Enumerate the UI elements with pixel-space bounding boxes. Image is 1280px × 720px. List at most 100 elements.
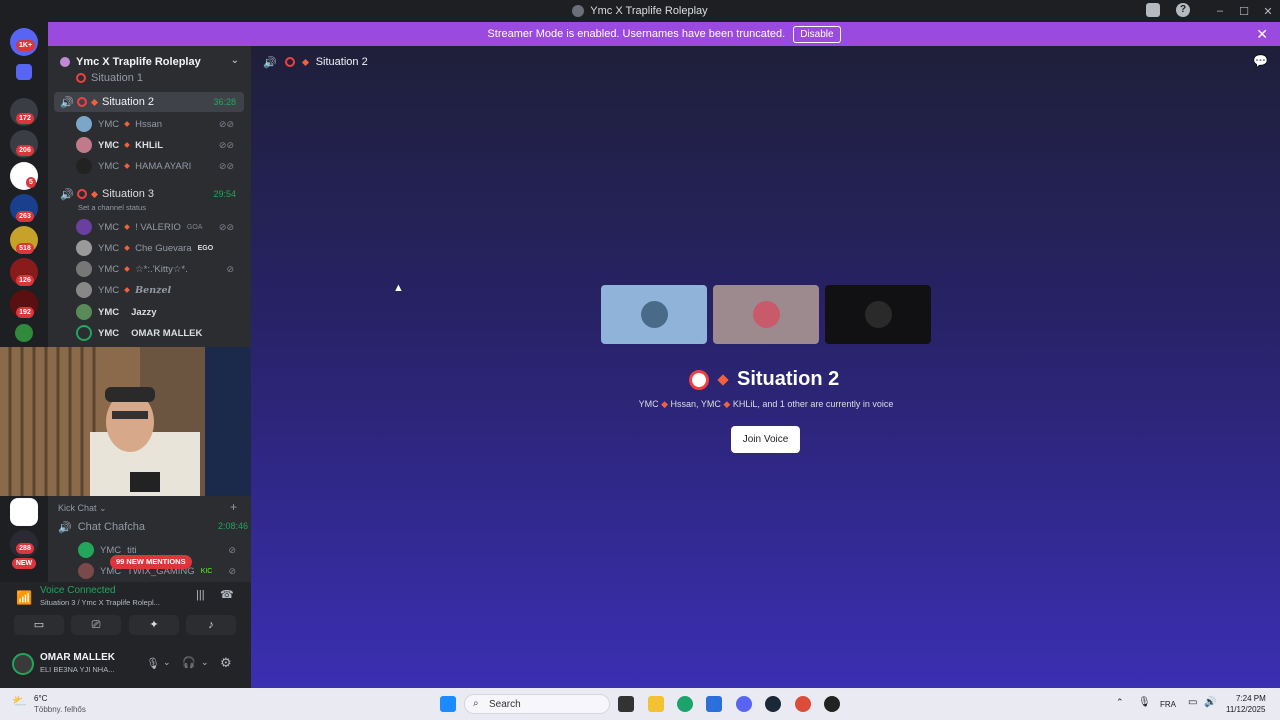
- diamond-icon: [124, 287, 130, 293]
- avatar: [78, 563, 94, 579]
- chrome-icon[interactable]: [795, 696, 811, 712]
- no-entry-icon: [76, 73, 86, 83]
- channel-title: Situation 2: [689, 368, 839, 391]
- server-boost-icon: [60, 57, 70, 67]
- channel-header: 🔊 Situation 2 💬: [251, 46, 1280, 78]
- member-name: titi: [127, 544, 137, 556]
- user-avatar[interactable]: [12, 653, 34, 675]
- discord-taskbar-icon[interactable]: [736, 696, 752, 712]
- speaker-icon: 🔊: [263, 56, 277, 69]
- tray-microphone-icon[interactable]: 🎙: [1138, 697, 1151, 708]
- voice-location[interactable]: Situation 3 / Ymc X Traplife Rolepl...: [40, 598, 160, 607]
- webcam-overlay: [0, 347, 263, 496]
- microphone-icon[interactable]: 🎙: [146, 657, 160, 670]
- voice-member[interactable]: YMC Che Guevara EGO: [76, 238, 246, 258]
- task-view-icon[interactable]: [618, 696, 634, 712]
- new-mentions-pill[interactable]: 99 NEW MENTIONS: [110, 555, 192, 569]
- obs-icon[interactable]: [824, 696, 840, 712]
- no-entry-icon: [284, 57, 295, 67]
- tray-chevron-up-icon[interactable]: ⌃: [1116, 697, 1124, 708]
- member-badge: EGO: [197, 244, 214, 252]
- server-icon-8[interactable]: [15, 324, 33, 342]
- set-channel-status-link[interactable]: Set a channel status: [78, 203, 146, 212]
- voice-status[interactable]: Voice Connected: [40, 585, 116, 596]
- no-entry-icon: [689, 369, 709, 390]
- join-voice-button[interactable]: Join Voice: [731, 426, 800, 453]
- add-channel-icon[interactable]: +: [230, 500, 237, 514]
- chevron-down-icon[interactable]: ⌄: [201, 657, 209, 668]
- voice-member[interactable]: YMC KHLiL ⊘⊘: [76, 135, 246, 155]
- chevron-down-icon[interactable]: ⌄: [163, 657, 171, 668]
- chat-bubble-icon[interactable]: 💬: [1253, 54, 1268, 68]
- soundboard-button[interactable]: ♪: [186, 615, 236, 635]
- search-placeholder: Search: [489, 698, 521, 710]
- noise-suppression-icon[interactable]: |||: [196, 589, 205, 601]
- channel-situation-2[interactable]: 🔊 Situation 2 36:28: [54, 92, 244, 112]
- taskbar-search[interactable]: ⌕ Search: [464, 694, 610, 714]
- channel-label: Situation 3: [102, 188, 154, 200]
- member-name: Jazzy: [131, 306, 157, 318]
- voice-member[interactable]: YMC HAMA AYARI ⊘⊘: [76, 156, 246, 176]
- channel-chat-chafcha[interactable]: 🔊 Chat Chafcha 2:08:46: [58, 521, 248, 534]
- participant-tile[interactable]: [713, 285, 819, 344]
- windows-start-icon[interactable]: [440, 696, 456, 712]
- participant-tile[interactable]: [601, 285, 707, 344]
- disconnect-icon[interactable]: ☎: [220, 588, 234, 601]
- window-title: Ymc X Traplife Roleplay: [590, 5, 708, 17]
- settings-gear-icon[interactable]: ⚙: [220, 655, 232, 671]
- language-indicator[interactable]: FRA: [1160, 700, 1176, 709]
- inbox-icon[interactable]: [1146, 3, 1160, 17]
- user-name[interactable]: OMAR MALLEK: [40, 652, 115, 663]
- voice-member[interactable]: YMC Benzel: [76, 280, 246, 300]
- gotomatch-server-icon[interactable]: [10, 498, 38, 526]
- channel-situation-1[interactable]: Situation 1: [54, 72, 244, 84]
- kick-category[interactable]: Kick Chat ⌄: [58, 503, 107, 514]
- weather-icon[interactable]: ⛅: [12, 694, 27, 708]
- volume-icon[interactable]: 🔊: [1204, 697, 1216, 708]
- network-icon[interactable]: ▭: [1188, 697, 1197, 708]
- category-label: Kick Chat: [58, 503, 97, 513]
- edge-browser-icon[interactable]: [677, 696, 693, 712]
- kick-chat-section: Kick Chat ⌄ + 🔊 Chat Chafcha 2:08:46 YMC…: [48, 496, 251, 582]
- voice-member[interactable]: YMC ☆*:.'Kitty☆*. ⊘: [76, 259, 246, 279]
- streamer-mode-banner: Streamer Mode is enabled. Usernames have…: [48, 22, 1280, 46]
- close-window-icon[interactable]: ✕: [1256, 5, 1280, 18]
- channel-situation-3[interactable]: 🔊 Situation 3 29:54: [54, 184, 244, 204]
- window-titlebar: Ymc X Traplife Roleplay ? – ☐ ✕: [0, 0, 1280, 22]
- avatar: [78, 542, 94, 558]
- steam-icon[interactable]: [765, 696, 781, 712]
- weather-desc[interactable]: Többny. felhős: [34, 705, 86, 714]
- folder-icon[interactable]: [16, 64, 32, 80]
- maximize-icon[interactable]: ☐: [1232, 5, 1256, 18]
- disable-streamer-button[interactable]: Disable: [793, 25, 841, 43]
- weather-temp[interactable]: 6°C: [34, 694, 47, 703]
- activities-icon: ✦: [149, 619, 159, 631]
- clock-date[interactable]: 11/12/2025: [1226, 705, 1265, 714]
- file-explorer-icon[interactable]: [648, 696, 664, 712]
- close-banner-icon[interactable]: ✕: [1256, 26, 1268, 43]
- member-tag: YMC: [98, 306, 120, 318]
- participant-avatar: [865, 301, 892, 328]
- headphones-icon[interactable]: 🎧: [182, 656, 196, 669]
- voice-member[interactable]: YMC ! VALERIO GOA ⊘⊘: [76, 217, 246, 237]
- summary-part: KHLiL, and 1 other are currently in voic…: [732, 399, 894, 409]
- voice-member[interactable]: YMC Hssan ⊘⊘: [76, 114, 246, 134]
- store-icon[interactable]: [706, 696, 722, 712]
- clock-time[interactable]: 7:24 PM: [1236, 694, 1266, 703]
- member-badge: GOA: [186, 223, 203, 231]
- screen-share-button[interactable]: ⎚: [71, 615, 121, 635]
- activities-button[interactable]: ✦: [129, 615, 179, 635]
- diamond-icon: [124, 245, 130, 251]
- voice-member-self[interactable]: YMC OMAR MALLEK: [76, 323, 246, 343]
- diamond-icon: ◆: [723, 399, 733, 409]
- deafened-icon: ⊘⊘: [218, 160, 234, 171]
- chevron-down-icon[interactable]: ⌄: [231, 55, 239, 66]
- signal-icon[interactable]: 📶: [16, 590, 32, 606]
- help-icon[interactable]: ?: [1176, 3, 1190, 17]
- camera-toggle-button[interactable]: ▭: [14, 615, 64, 635]
- diamond-icon: [124, 266, 130, 272]
- participant-tile[interactable]: [825, 285, 931, 344]
- voice-member[interactable]: YMC Jazzy: [76, 302, 246, 322]
- minimize-icon[interactable]: –: [1208, 5, 1232, 17]
- diamond-icon: [717, 373, 729, 386]
